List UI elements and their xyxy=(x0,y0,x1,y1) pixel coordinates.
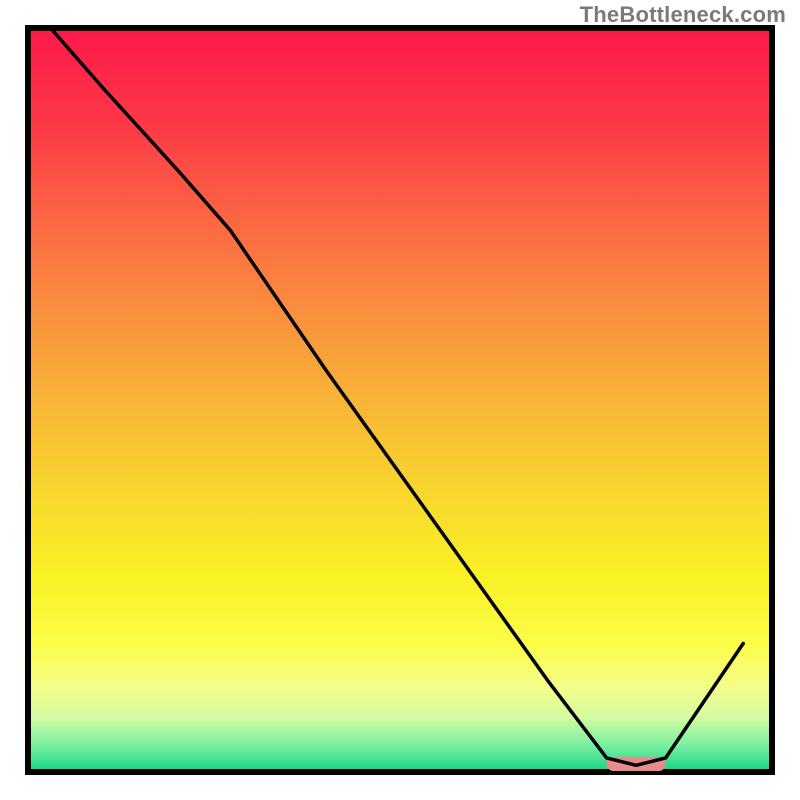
gradient-background xyxy=(31,31,769,769)
attribution-label: TheBottleneck.com xyxy=(580,2,786,28)
bottleneck-chart xyxy=(0,0,800,800)
